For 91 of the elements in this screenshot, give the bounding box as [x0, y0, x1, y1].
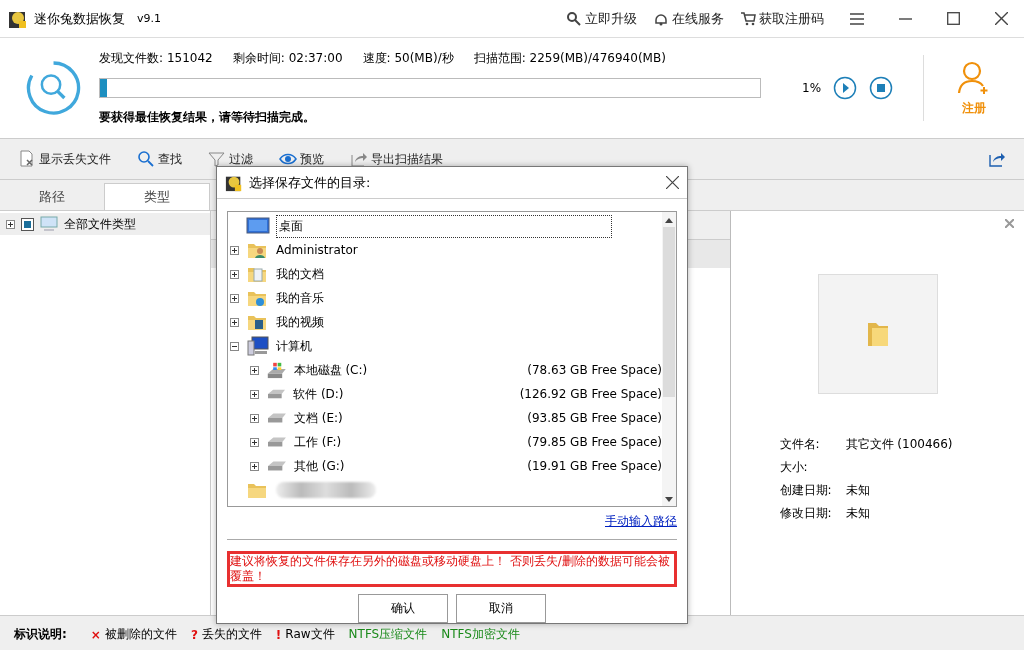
warning-message: 建议将恢复的文件保存在另外的磁盘或移动硬盘上！ 否则丢失/删除的数据可能会被覆盖！: [227, 551, 677, 587]
dialog-title: 选择保存文件的目录:: [249, 173, 371, 192]
computer-icon: [246, 335, 270, 357]
info-value: 未知: [845, 505, 871, 522]
tree-item[interactable]: 我的文档: [276, 265, 436, 283]
cart-icon: [740, 10, 756, 27]
tree-item[interactable]: 计算机: [276, 337, 436, 355]
checkbox-icon[interactable]: [21, 217, 34, 231]
scroll-down-icon[interactable]: [665, 497, 673, 502]
close-icon[interactable]: [666, 176, 679, 189]
tab[interactable]: 路径: [0, 184, 104, 210]
legend-label: NTFS压缩文件: [348, 626, 428, 643]
tree-item[interactable]: 本地磁盘 (C:): [293, 361, 438, 379]
play-button[interactable]: [833, 76, 858, 100]
expand-icon[interactable]: [250, 437, 259, 447]
expand-icon[interactable]: [230, 293, 239, 303]
expand-icon[interactable]: [230, 269, 239, 279]
info-value: 未知: [845, 482, 871, 499]
tree-item[interactable]: 工作 (F:): [293, 433, 438, 451]
toolbar-button[interactable]: 过滤: [208, 150, 253, 168]
window-title: 迷你兔数据恢复: [34, 9, 125, 28]
expand-icon[interactable]: [250, 389, 259, 399]
info-label: 大小:: [779, 459, 809, 476]
scan-stat: 发现文件数: 151042: [99, 50, 213, 67]
filter-icon: [208, 150, 226, 168]
collapse-icon[interactable]: [230, 341, 239, 351]
drive-icon: [268, 389, 286, 399]
expand-icon[interactable]: [230, 245, 239, 255]
maximize-icon: [946, 12, 960, 25]
tree-item[interactable]: 文档 (E:): [293, 409, 438, 427]
drive-icon: [268, 437, 286, 447]
share-icon[interactable]: [988, 150, 1006, 168]
free-space: (93.85 GB Free Space): [527, 411, 662, 425]
scan-stat: 扫描范围: 2259(MB)/476940(MB): [473, 50, 666, 67]
free-space: (78.63 GB Free Space): [527, 363, 662, 377]
scan-hint: 要获得最佳恢复结果，请等待扫描完成。: [99, 109, 317, 126]
menu-icon: [850, 12, 864, 25]
tab[interactable]: 类型: [104, 183, 210, 210]
monitor-icon: [246, 215, 270, 237]
legend-label: NTFS加密文件: [441, 626, 520, 643]
scan-stat: 剩余时间: 02:37:00: [232, 50, 343, 67]
titlebar-link[interactable]: 在线服务: [653, 9, 724, 28]
expand-icon[interactable]: [250, 461, 259, 471]
export-icon: [350, 150, 368, 168]
toolbar-button[interactable]: 导出扫描结果: [350, 150, 443, 168]
dialog-button[interactable]: 确认: [358, 594, 448, 623]
legend-marker: ?: [190, 627, 198, 642]
document-icon: [18, 150, 36, 168]
info-value: 其它文件 (100466): [845, 436, 954, 453]
info-label: 修改日期:: [779, 505, 833, 522]
titlebar-link[interactable]: 获取注册码: [740, 9, 824, 28]
magnifier-icon: [566, 10, 582, 27]
free-space: (19.91 GB Free Space): [527, 459, 662, 473]
tree-item[interactable]: 软件 (D:): [293, 385, 430, 403]
tree-item[interactable]: 桌面: [276, 214, 612, 238]
tree-item[interactable]: 我的音乐: [276, 289, 436, 307]
titlebar-link[interactable]: 立即升级: [566, 9, 637, 28]
expand-icon[interactable]: [250, 413, 259, 423]
legend-label: Raw文件: [285, 626, 335, 643]
scroll-up-icon[interactable]: [665, 218, 673, 223]
stop-button[interactable]: [869, 76, 894, 100]
free-space: (79.85 GB Free Space): [527, 435, 662, 449]
drive-icon: [268, 461, 286, 471]
toolbar-button[interactable]: 查找: [137, 150, 182, 168]
tree-item[interactable]: Administrator: [276, 243, 436, 257]
toolbar-button[interactable]: 显示丢失文件: [18, 150, 111, 168]
progress-percent: 1%: [801, 81, 822, 95]
expand-icon[interactable]: [230, 317, 239, 327]
search-icon: [137, 150, 155, 168]
legend-marker: !: [275, 627, 282, 642]
monitor-icon: [40, 216, 58, 232]
legend-label: 被删除的文件: [104, 626, 177, 643]
tree-item[interactable]: 其他 (G:): [293, 457, 438, 475]
close-icon: [994, 12, 1008, 25]
expand-icon[interactable]: [6, 219, 15, 229]
free-space: (126.92 GB Free Space): [519, 387, 662, 401]
scan-stat: 速度: 50(MB)/秒: [362, 50, 454, 67]
legend-label: 丢失的文件: [201, 626, 262, 643]
info-label: 创建日期:: [779, 482, 833, 499]
info-label: 文件名:: [779, 436, 821, 453]
legend-title: 标识说明:: [14, 626, 67, 643]
tree-item[interactable]: 我的视频: [276, 313, 436, 331]
drive-icon: [268, 413, 286, 423]
expand-icon[interactable]: [250, 365, 259, 375]
dialog-button[interactable]: 取消: [456, 594, 546, 623]
manual-path-link[interactable]: 手动输入路径: [605, 513, 677, 530]
minimize-icon: [898, 17, 912, 20]
legend-marker: ×: [90, 627, 101, 642]
scrollbar[interactable]: [662, 212, 676, 506]
toolbar-button[interactable]: 预览: [279, 150, 324, 168]
version-label: v9.1: [137, 12, 161, 25]
